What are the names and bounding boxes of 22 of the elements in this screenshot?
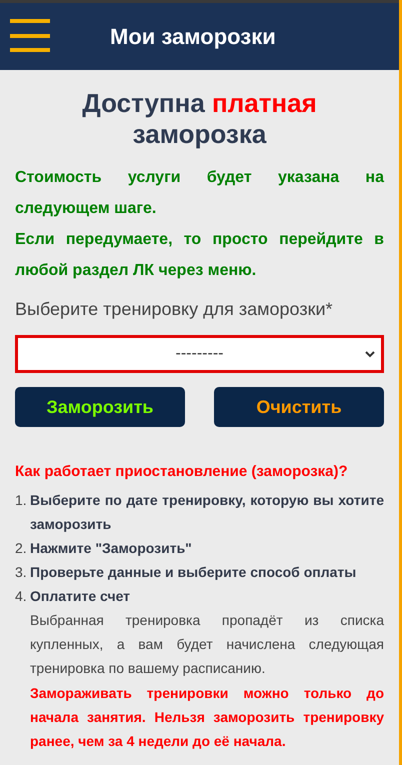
notice-text: Если передумаете, то просто перейдите в любой раздел ЛК через меню. [15,230,384,281]
page-title: Мои заморозки [110,23,276,51]
help-title: Как работает приостановление (заморозка)? [15,462,349,482]
menu-icon[interactable] [10,19,50,52]
clear-button[interactable]: Очистить [214,387,384,427]
warning-text: Замораживать тренировки можно только до начала занятия. Нельзя заморозить тренировку ранее, чем за 4 недели до её начала. [30,684,384,751]
field-label: Выберите тренировку для заморозки [15,298,326,321]
notice-text: Стоимость услуги будет указана на следующем шаге. [15,168,384,219]
step-number: 4. [15,586,28,606]
step-number: 2. [15,538,28,558]
step-number: 1. [15,490,28,510]
step-text: Оплатите счет [30,586,130,606]
step-text: Проверьте данные и выберите способ оплаты [30,562,356,582]
step-text: Выберите по дате тренировку, которую вы хотите заморозить [30,490,384,534]
heading: Доступна платная заморозка [81,88,318,150]
step-text: Нажмите "Заморозить" [30,538,192,558]
freeze-button[interactable]: Заморозить [15,387,185,427]
required-mark: * [326,298,333,321]
chevron-icon [365,350,375,358]
step-number: 3. [15,562,28,582]
help-note: Выбранная тренировка пропадёт из списка купленных, а вам будет начислена следующая тренировка по вашему расписанию. [30,610,384,678]
training-select[interactable]: --------- [15,335,384,373]
